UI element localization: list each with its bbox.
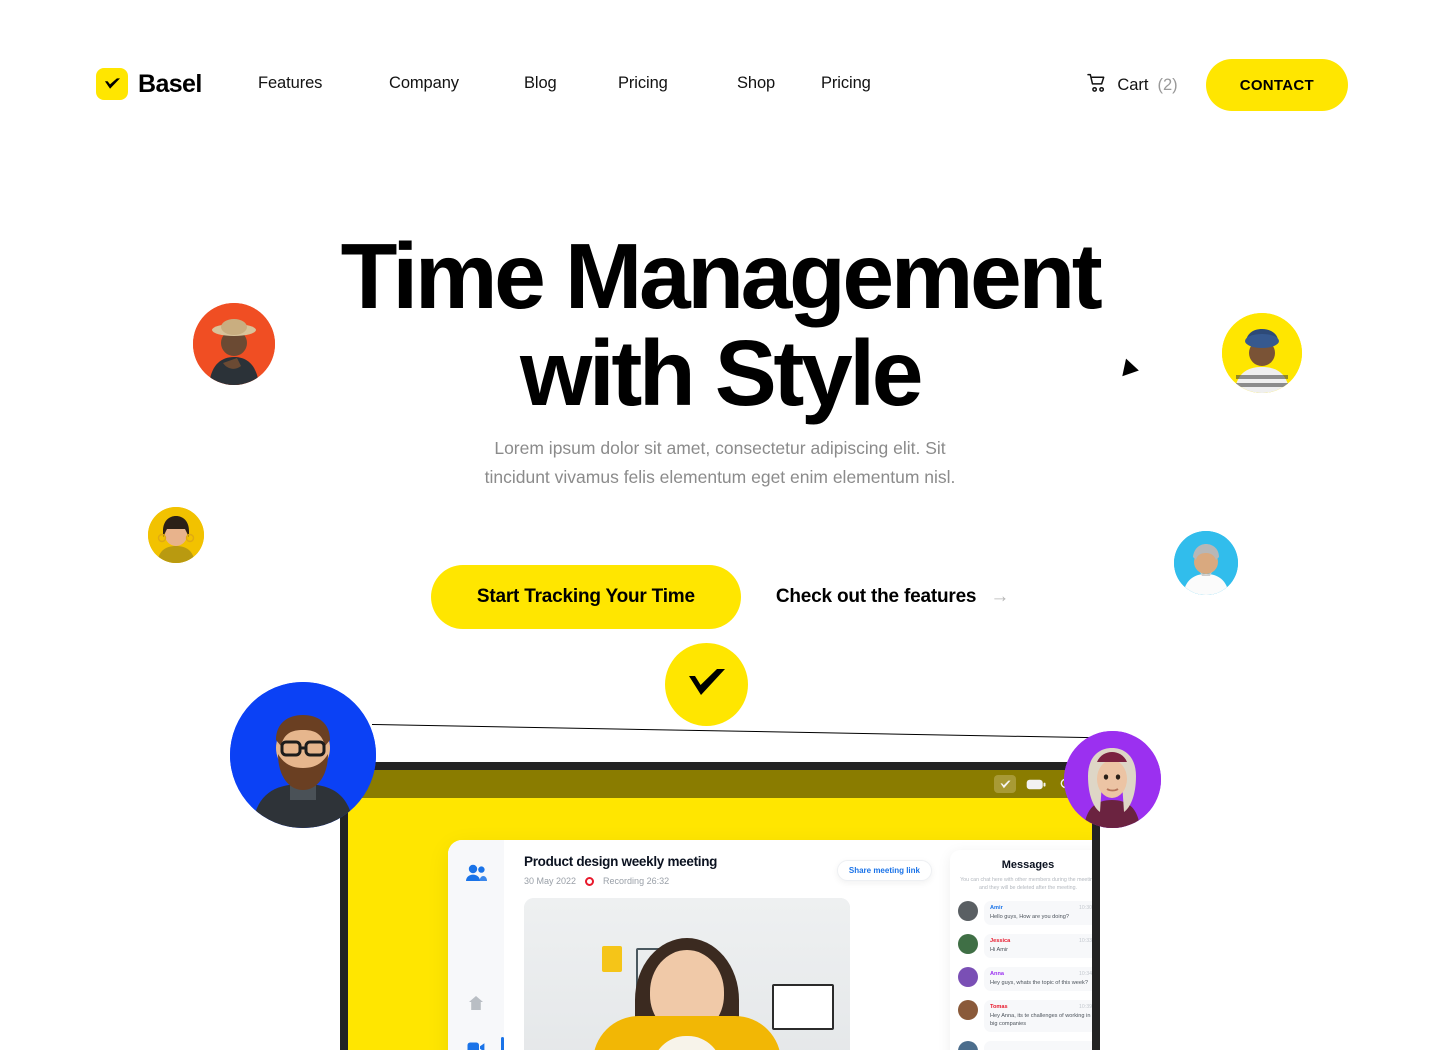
os-menubar bbox=[348, 770, 1092, 798]
laptop-mockup: Product design weekly meeting 30 May 202… bbox=[340, 762, 1100, 1050]
home-icon[interactable] bbox=[461, 988, 491, 1018]
message-header: Jessica 10:33 bbox=[990, 938, 1092, 944]
message-header: Anna 10:34 bbox=[990, 971, 1092, 977]
recording-dot-icon bbox=[585, 876, 595, 886]
brand-logo[interactable]: Basel bbox=[96, 68, 202, 100]
check-badge-icon[interactable] bbox=[994, 775, 1016, 793]
app-main-panel: Product design weekly meeting 30 May 202… bbox=[504, 840, 946, 1050]
check-icon bbox=[687, 666, 727, 703]
message-author: Tomas bbox=[990, 1004, 1008, 1010]
hero-title-line-1: Time Management bbox=[340, 224, 1103, 328]
message-item: Jessica 10:33 Hi Amir bbox=[958, 934, 1092, 958]
message-time: 10:34 bbox=[1079, 971, 1092, 977]
start-tracking-button[interactable]: Start Tracking Your Time bbox=[430, 565, 741, 629]
avatar bbox=[958, 1000, 978, 1020]
message-text: Hey guys, whats the topic of this week? bbox=[990, 980, 1088, 986]
nav-item-shop[interactable]: Shop bbox=[737, 74, 821, 93]
avatar bbox=[958, 934, 978, 954]
meeting-app-window: Product design weekly meeting 30 May 202… bbox=[448, 840, 1092, 1050]
avatar-image bbox=[1174, 531, 1238, 595]
avatar-man-hat bbox=[193, 303, 275, 385]
hero-subtitle: Lorem ipsum dolor sit amet, consectetur … bbox=[0, 434, 1440, 492]
hero-subtitle-line-2: tincidunt vivamus felis elementum eget e… bbox=[484, 467, 956, 487]
avatar bbox=[958, 901, 978, 921]
message-bubble: Jessica 10:33 Hi Amir bbox=[984, 934, 1092, 958]
recording-label: Recording 26:32 bbox=[603, 876, 670, 886]
picture-frame-decoration bbox=[772, 984, 834, 1030]
brand-name: Basel bbox=[138, 69, 202, 98]
meeting-date: 30 May 2022 bbox=[524, 876, 577, 886]
cart-count: (2) bbox=[1157, 75, 1178, 94]
message-item: Amir 10:30 Hello guys, How are you doing… bbox=[958, 901, 1092, 925]
message-time: 10:33 bbox=[1079, 938, 1092, 944]
app-sidebar bbox=[448, 840, 504, 1050]
header-actions: Cart (2) CONTACT bbox=[1087, 59, 1348, 111]
avatar-image bbox=[230, 682, 376, 828]
main-nav: Features Company Blog Pricing Shop Prici… bbox=[258, 74, 871, 93]
message-item: Anna 10:34 Hey guys, whats the topic of … bbox=[958, 967, 1092, 991]
message-author: Jessica bbox=[990, 938, 1011, 944]
message-bubble: Anna 10:34 Hey guys, whats the topic of … bbox=[984, 967, 1092, 991]
laptop-screen: Product design weekly meeting 30 May 202… bbox=[348, 770, 1092, 1050]
avatar-man-cap bbox=[1222, 313, 1302, 393]
nav-item-features[interactable]: Features bbox=[258, 74, 389, 93]
avatar-woman-hijab bbox=[1064, 731, 1161, 828]
nav-item-company[interactable]: Company bbox=[389, 74, 524, 93]
messages-panel: Messages You can chat here with other me… bbox=[950, 850, 1092, 1050]
message-time: 10:39 bbox=[1079, 1004, 1092, 1010]
message-header: Amir 10:30 bbox=[990, 905, 1092, 911]
message-bubble bbox=[984, 1041, 1092, 1050]
arrow-right-icon: → bbox=[990, 586, 1010, 607]
message-text: Hey Anna, its te challenges of working i… bbox=[990, 1013, 1091, 1027]
message-text: Hello guys, How are you doing? bbox=[990, 914, 1069, 920]
avatar-image bbox=[1064, 731, 1161, 828]
hero-subtitle-line-1: Lorem ipsum dolor sit amet, consectetur … bbox=[494, 438, 946, 458]
message-author: Anna bbox=[990, 971, 1004, 977]
avatar-image bbox=[193, 303, 275, 385]
check-features-label: Check out the features bbox=[775, 586, 977, 607]
nav-item-pricing[interactable]: Pricing bbox=[618, 74, 737, 93]
video-camera-icon[interactable] bbox=[461, 1032, 504, 1050]
messages-title: Messages bbox=[1001, 859, 1055, 871]
message-text: Hi Amir bbox=[990, 947, 1009, 953]
nav-item-pricing-2[interactable]: Pricing bbox=[821, 74, 871, 93]
message-bubble: Tomas 10:39 Hey Anna, its te challenges … bbox=[984, 1000, 1092, 1032]
message-author: Amir bbox=[990, 905, 1003, 911]
cart-button[interactable]: Cart (2) bbox=[1087, 73, 1178, 98]
messages-description: You can chat here with other members dur… bbox=[960, 877, 1092, 891]
message-item bbox=[958, 1041, 1092, 1050]
contact-button[interactable]: CONTACT bbox=[1205, 59, 1348, 111]
message-bubble: Amir 10:30 Hello guys, How are you doing… bbox=[984, 901, 1092, 925]
avatar bbox=[958, 1041, 978, 1050]
check-features-link[interactable]: Check out the features → bbox=[776, 586, 1009, 608]
message-time: 10:30 bbox=[1079, 905, 1092, 911]
message-header: Tomas 10:39 bbox=[990, 1004, 1092, 1010]
avatar bbox=[958, 967, 978, 987]
video-tile[interactable] bbox=[524, 898, 850, 1050]
site-header: Basel Features Company Blog Pricing Shop… bbox=[0, 0, 1440, 140]
battery-icon[interactable] bbox=[1026, 776, 1046, 792]
message-item: Tomas 10:39 Hey Anna, its te challenges … bbox=[958, 1000, 1092, 1032]
avatar-man-beard bbox=[230, 682, 376, 828]
cart-label: Cart bbox=[1117, 75, 1149, 94]
check-icon bbox=[96, 68, 128, 100]
avatar-woman-earrings bbox=[148, 507, 204, 563]
sticky-note-decoration bbox=[602, 946, 622, 972]
avatar-image bbox=[148, 507, 204, 563]
avatar-image bbox=[1222, 313, 1302, 393]
shopping-cart-icon bbox=[1087, 73, 1108, 98]
people-icon[interactable] bbox=[461, 858, 491, 888]
check-badge bbox=[665, 643, 748, 726]
avatar-man-white bbox=[1174, 531, 1238, 595]
nav-item-blog[interactable]: Blog bbox=[524, 74, 618, 93]
share-meeting-link-button[interactable]: Share meeting link bbox=[836, 860, 932, 881]
